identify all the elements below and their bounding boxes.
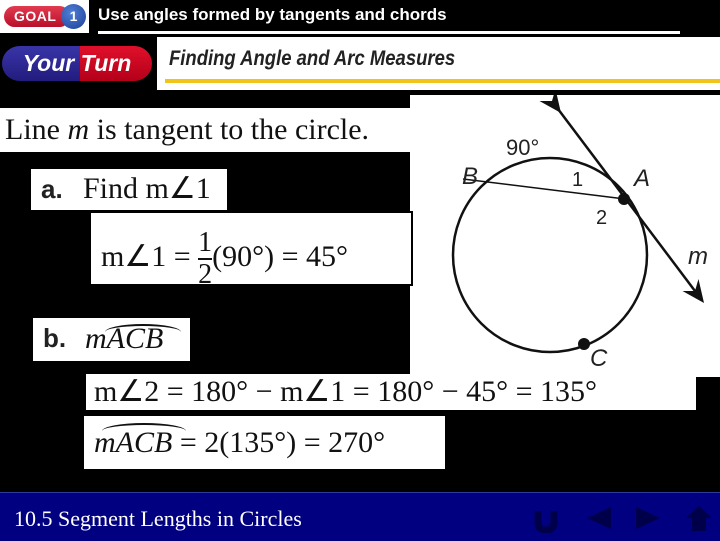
footer-bar: 10.5 Segment Lengths in Circles xyxy=(0,492,720,541)
solution-rhs: (90°) = 45° xyxy=(212,239,349,273)
part-a-label: a. xyxy=(41,174,63,204)
goal-badge-box: GOAL 1 xyxy=(0,0,89,33)
part-b-label: b. xyxy=(43,323,67,353)
title-underline xyxy=(98,31,680,34)
angle-2-label: 2 xyxy=(596,207,608,229)
step1-equation: m∠2 = 180° − m∠1 = 180° − 45° = 135° xyxy=(94,375,598,408)
fraction-one-half: 12 xyxy=(198,227,213,290)
point-c-label: C xyxy=(590,345,608,372)
your-turn-badge: Your Turn xyxy=(2,46,152,81)
step2-lhs: mACB xyxy=(94,426,173,459)
point-a-label: A xyxy=(634,165,651,192)
your-turn-left: Your xyxy=(22,50,75,76)
arc-label: 90° xyxy=(506,135,540,160)
solution-lhs: m∠1 = xyxy=(101,239,191,273)
part-a-solution: m∠1 = 1 2 (90°) = 45° xyxy=(89,211,413,290)
problem-statement-box: Line m is tangent to the circle. xyxy=(0,108,410,152)
home-icon[interactable] xyxy=(684,503,714,533)
part-a-question: Find m∠1 xyxy=(83,172,211,205)
problem-statement: Line m is tangent to the circle. xyxy=(5,113,370,146)
slide-title: Use angles formed by tangents and chords xyxy=(98,5,447,24)
subtitle-accent-bar xyxy=(165,79,720,83)
section-title: 10.5 Segment Lengths in Circles xyxy=(14,506,302,531)
line-m-label: m xyxy=(688,243,708,270)
part-b-step2: mACB = 2(135°) = 270° xyxy=(84,416,445,469)
step2-rhs: = 2(135°) = 270° xyxy=(172,426,386,459)
part-b-question: mACB xyxy=(85,322,164,355)
goal-number: 1 xyxy=(61,4,86,29)
chord-ba xyxy=(462,178,626,200)
subtitle-box: Finding Angle and Arc Measures xyxy=(157,37,720,90)
your-turn-right: Turn xyxy=(80,50,132,76)
part-a-box: a. Find m∠1 xyxy=(31,169,227,210)
part-b-box: b. mACB xyxy=(33,318,190,361)
goal-badge: GOAL 1 xyxy=(4,4,86,29)
next-icon[interactable] xyxy=(632,503,662,533)
return-icon[interactable] xyxy=(533,503,563,534)
circle-diagram: 90° B A 1 2 C m xyxy=(410,95,720,377)
previous-icon[interactable] xyxy=(585,503,615,533)
subtitle: Finding Angle and Arc Measures xyxy=(169,47,456,70)
angle-1-label: 1 xyxy=(572,169,584,191)
point-a-dot xyxy=(618,193,630,205)
part-b-step1: m∠2 = 180° − m∠1 = 180° − 45° = 135° xyxy=(86,374,696,410)
point-c-dot xyxy=(578,338,590,350)
point-b-label: B xyxy=(462,163,479,190)
